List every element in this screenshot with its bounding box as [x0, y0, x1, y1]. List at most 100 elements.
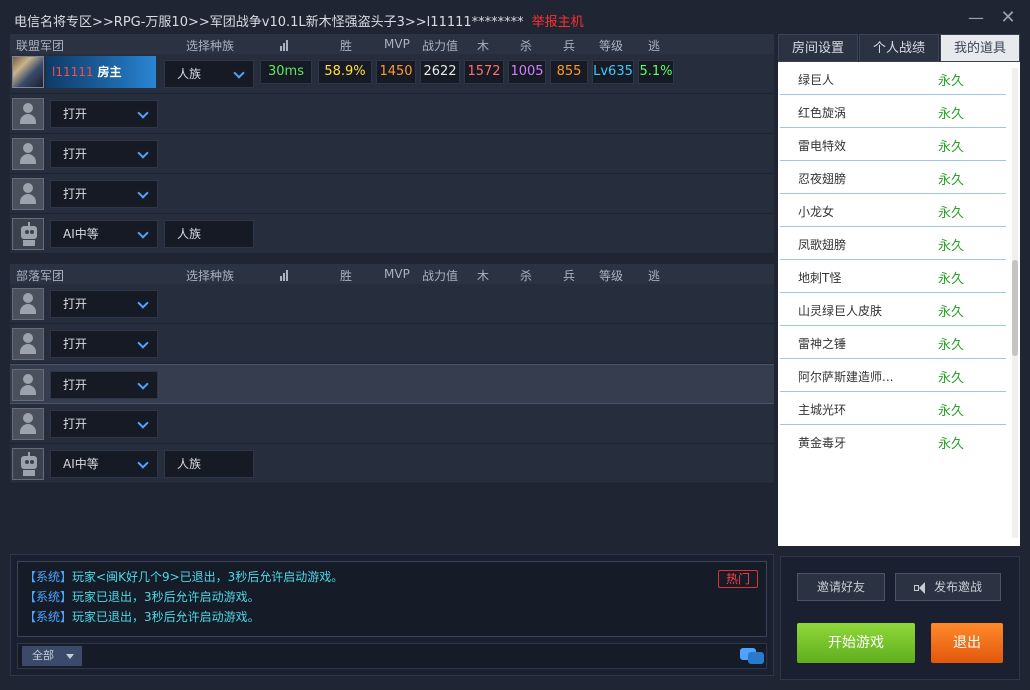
list-item[interactable]: 黄金毒牙 永久	[780, 425, 1006, 458]
team-name: 联盟军团	[16, 39, 65, 53]
list-item[interactable]: 小龙女 永久	[780, 194, 1006, 227]
item-name: 忍夜翅膀	[798, 172, 847, 186]
item-name: 红色旋涡	[798, 106, 847, 120]
robot-icon	[12, 218, 44, 250]
slot-state-select[interactable]: 打开	[50, 371, 158, 399]
chevron-down-icon	[137, 378, 149, 390]
item-name: 山灵绿巨人皮肤	[798, 304, 883, 318]
horde-team-panel: 部落军团 选择种族 胜 MVP 战力值 木 杀 兵 等级 逃 打开 打开 打开	[10, 264, 774, 484]
slot-state-select[interactable]: 打开	[50, 140, 158, 168]
side-tabs: 房间设置 个人战绩 我的道具	[778, 34, 1020, 62]
list-item[interactable]: 地刺T怪 永久	[780, 260, 1006, 293]
list-item[interactable]: 凤歌翅膀 永久	[780, 227, 1006, 260]
item-name: 凤歌翅膀	[798, 238, 847, 252]
item-duration: 永久	[938, 371, 965, 386]
tab-my-items[interactable]: 我的道具	[940, 34, 1020, 62]
host-name: l11111	[52, 65, 94, 79]
list-item[interactable]: 山灵绿巨人皮肤 永久	[780, 293, 1006, 326]
chat-text: 玩家已退出，3秒后允许启动游戏。	[72, 610, 260, 624]
chevron-down-icon	[137, 107, 149, 119]
publish-challenge-button[interactable]: 发布邀战	[895, 573, 1001, 601]
player-slot-row: 打开	[10, 284, 774, 324]
item-duration: 永久	[938, 206, 965, 221]
wood-value: 1572	[464, 60, 504, 84]
exit-button[interactable]: 退出	[931, 623, 1003, 663]
slot-state-value: 打开	[63, 147, 88, 161]
col-soldier: 兵	[563, 39, 576, 53]
invite-friends-button[interactable]: 邀请好友	[797, 573, 885, 601]
empty-avatar-icon	[12, 408, 44, 440]
minimize-icon[interactable]: —	[966, 8, 986, 28]
slot-state-value: 打开	[63, 187, 88, 201]
slot-state-select[interactable]: 打开	[50, 100, 158, 128]
host-badge: 房主	[97, 65, 122, 79]
chat-scope-select[interactable]: 全部	[22, 646, 82, 666]
win-rate-value: 58.9%	[318, 60, 372, 84]
robot-icon	[12, 448, 44, 480]
chevron-down-icon	[137, 337, 149, 349]
col-wood: 木	[477, 39, 490, 53]
list-item[interactable]: 绿巨人 永久	[780, 62, 1006, 95]
start-game-button[interactable]: 开始游戏	[797, 623, 915, 663]
ai-slot-row: AI中等 人族	[10, 214, 774, 254]
side-panel: 房间设置 个人战绩 我的道具 绿巨人 永久 红色旋涡 永久 雷电特效 永久 忍夜翅膀永…	[778, 34, 1020, 546]
tab-personal-record[interactable]: 个人战绩	[859, 34, 939, 62]
list-item[interactable]: 红色旋涡 永久	[780, 95, 1006, 128]
chat-text: 玩家<闽K好几个9>已退出，3秒后允许启动游戏。	[72, 570, 344, 584]
scroll-thumb[interactable]	[1012, 260, 1018, 356]
item-duration: 永久	[938, 404, 965, 419]
host-avatar[interactable]	[12, 56, 44, 88]
player-slot-row: 打开	[10, 134, 774, 174]
list-item[interactable]: 主城光环 永久	[780, 392, 1006, 425]
col-wood: 木	[477, 269, 490, 283]
empty-avatar-icon	[12, 328, 44, 360]
close-icon[interactable]: ✕	[998, 8, 1018, 28]
triangle-down-icon	[66, 654, 74, 659]
player-slot-row: 打开	[10, 174, 774, 214]
tab-room-settings[interactable]: 房间设置	[778, 34, 858, 62]
horde-header: 部落军团 选择种族 胜 MVP 战力值 木 杀 兵 等级 逃	[10, 264, 774, 284]
chevron-down-icon	[137, 227, 149, 239]
item-name: 主城光环	[798, 403, 847, 417]
ping-bars-icon	[280, 37, 289, 51]
list-item[interactable]: 雷神之锤 永久	[780, 326, 1006, 359]
team-name: 部落军团	[16, 269, 65, 283]
item-name: 绿巨人	[798, 73, 835, 87]
slot-state-select[interactable]: 打开	[50, 290, 158, 318]
item-duration: 永久	[938, 107, 965, 122]
col-race: 选择种族	[186, 269, 235, 283]
slot-state-value: 打开	[63, 378, 88, 392]
hot-button[interactable]: 热门	[718, 570, 758, 588]
power-value: 2622	[420, 60, 460, 84]
empty-avatar-icon	[12, 178, 44, 210]
chat-message: 【系统】玩家已退出，3秒后允许启动游戏。	[24, 608, 260, 625]
host-name-plate: l11111 房主	[46, 56, 156, 88]
ai-difficulty-select[interactable]: AI中等	[50, 450, 158, 478]
action-panel: 邀请好友 发布邀战 开始游戏 退出	[780, 556, 1020, 680]
race-select[interactable]: 人族	[164, 60, 254, 88]
slot-state-select[interactable]: 打开	[50, 330, 158, 358]
item-duration: 永久	[938, 173, 965, 188]
list-item[interactable]: 阿尔萨斯建造师... 永久	[780, 359, 1006, 392]
ai-difficulty-select[interactable]: AI中等	[50, 220, 158, 248]
chat-input[interactable]: 全部	[17, 643, 767, 669]
alliance-team-panel: 联盟军团 选择种族 胜 MVP 战力值 木 杀 兵 等级 逃 l11111 房主 …	[10, 34, 774, 254]
item-list-scrollbar[interactable]	[1012, 68, 1018, 538]
list-item[interactable]: 忍夜翅膀 永久	[780, 161, 1006, 194]
ping-bars-icon	[280, 267, 289, 281]
slot-state-select[interactable]: 打开	[50, 410, 158, 438]
host-slot-row: l11111 房主 人族 30ms 58.9% 1450 2622 1572 10…	[10, 54, 774, 94]
list-item[interactable]: 雷电特效 永久	[780, 128, 1006, 161]
level-value: Lv635	[592, 60, 634, 84]
col-level: 等级	[599, 269, 624, 283]
slot-state-select[interactable]: 打开	[50, 180, 158, 208]
empty-avatar-icon	[12, 138, 44, 170]
soldier-value: 855	[550, 60, 588, 84]
player-slot-row: 打开	[10, 364, 774, 404]
col-escape: 逃	[648, 269, 661, 283]
item-name: 雷电特效	[798, 139, 847, 153]
chat-bubble-icon[interactable]	[740, 646, 764, 666]
report-host-link[interactable]: 举报主机	[532, 15, 584, 30]
item-name: 雷神之锤	[798, 337, 847, 351]
player-slot-row: 打开	[10, 404, 774, 444]
